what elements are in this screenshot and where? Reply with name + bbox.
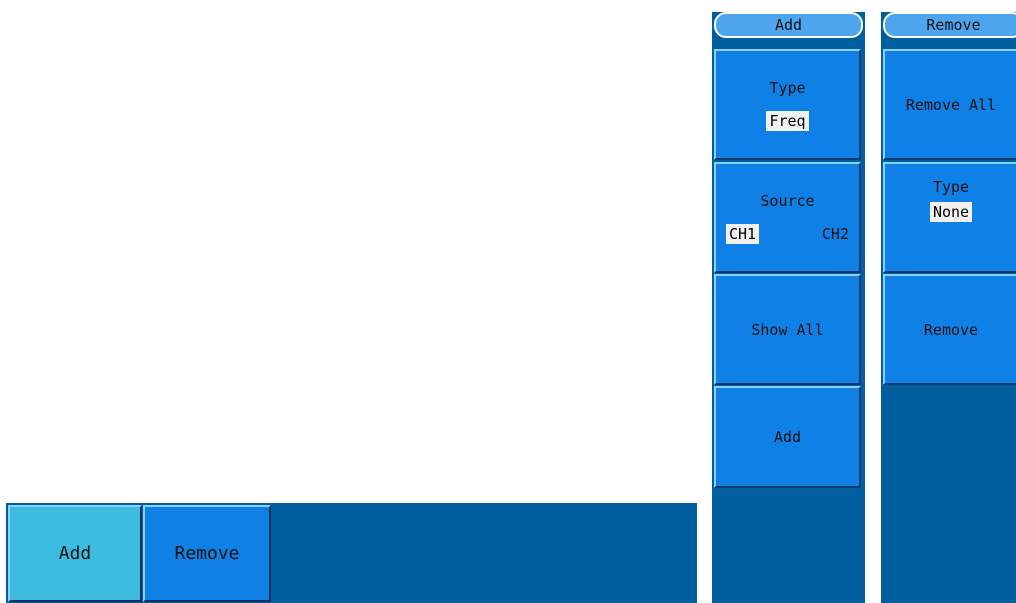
show-all-label: Show All [751, 320, 824, 339]
bottom-add-button[interactable]: Add [8, 505, 142, 602]
bottom-remove-label: Remove [174, 543, 240, 564]
bottom-menu-bar: Add Remove [6, 503, 697, 603]
remove-panel-header: Remove [883, 12, 1016, 38]
remove-type-label: Type [932, 178, 970, 196]
remove-all-button[interactable]: Remove All [883, 49, 1016, 160]
remove-type-menu-button[interactable]: Type None [883, 162, 1016, 273]
show-all-button[interactable]: Show All [714, 274, 861, 385]
source-menu-button[interactable]: Source CH1 CH2 [714, 162, 861, 273]
add-panel-title: Add [774, 16, 803, 34]
type-label: Type [769, 78, 806, 97]
bottom-remove-button[interactable]: Remove [143, 505, 271, 602]
add-label: Add [773, 428, 802, 446]
source-ch1-option[interactable]: CH1 [726, 223, 760, 244]
bottom-add-label: Add [58, 543, 92, 564]
source-label: Source [760, 191, 815, 210]
add-panel-header: Add [714, 12, 863, 38]
remove-type-value: None [929, 202, 973, 222]
remove-label: Remove [923, 320, 979, 339]
remove-button[interactable]: Remove [883, 274, 1016, 385]
remove-panel: Remove Remove All Type None Remove [881, 12, 1016, 603]
remove-panel-title: Remove [926, 16, 981, 34]
add-panel: Add Type Freq Source CH1 CH2 Show All Ad… [712, 12, 865, 603]
type-value: Freq [766, 110, 809, 131]
add-button[interactable]: Add [714, 386, 861, 488]
type-menu-button[interactable]: Type Freq [714, 49, 861, 160]
remove-all-label: Remove All [905, 95, 997, 114]
source-options: CH1 CH2 [716, 223, 859, 244]
source-ch2-option[interactable]: CH2 [822, 225, 849, 243]
